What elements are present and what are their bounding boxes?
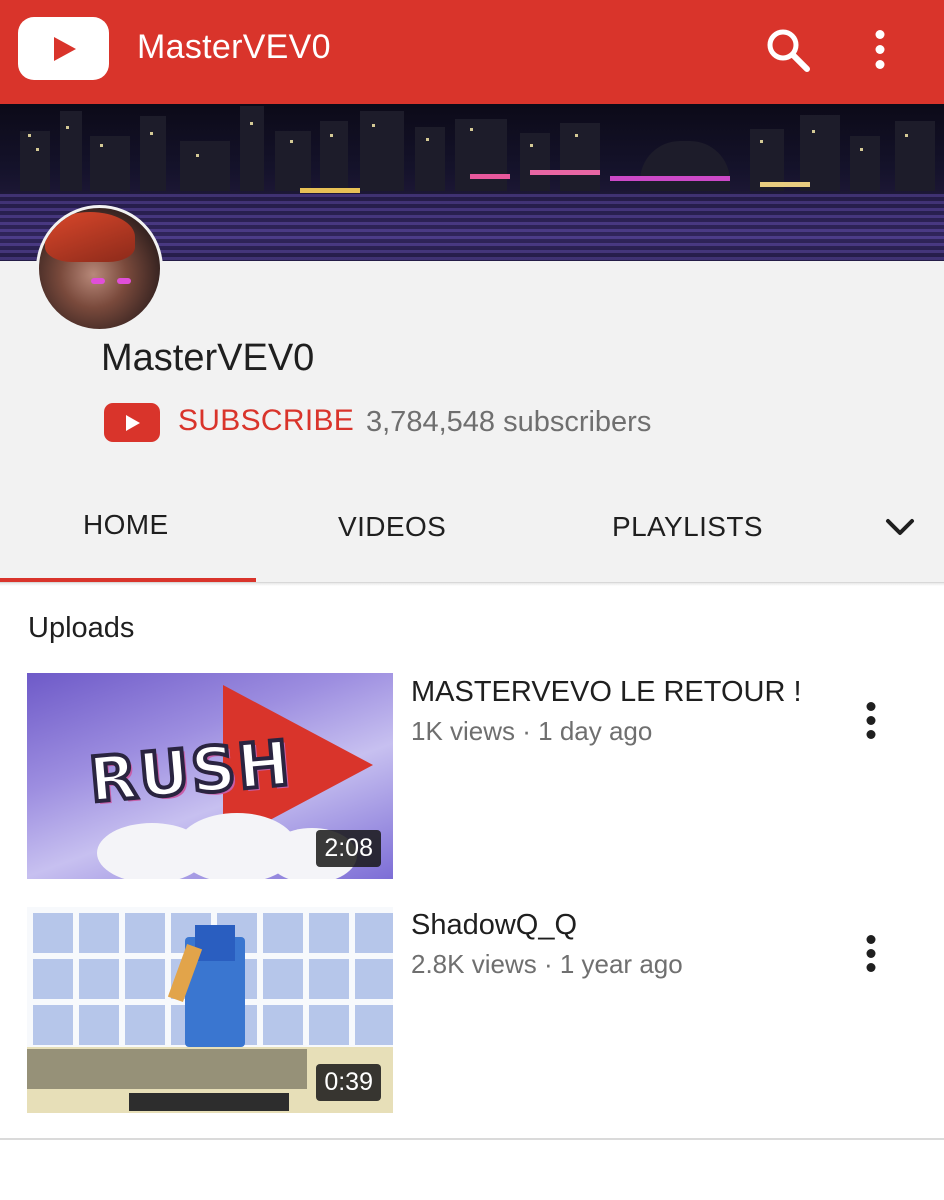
video-thumbnail[interactable]: 0:39 bbox=[27, 907, 393, 1113]
chevron-down-icon[interactable] bbox=[880, 508, 920, 548]
avatar[interactable] bbox=[36, 205, 163, 332]
video-duration: 2:08 bbox=[316, 830, 381, 867]
app-bar-title: MasterVEV0 bbox=[137, 28, 331, 66]
more-vert-icon[interactable] bbox=[856, 700, 886, 744]
search-icon bbox=[767, 29, 810, 72]
tab-home[interactable]: HOME bbox=[83, 509, 169, 541]
subscribe-youtube-icon[interactable] bbox=[104, 403, 160, 442]
youtube-logo-icon[interactable] bbox=[18, 17, 109, 80]
video-meta: 1K views · 1 day ago bbox=[411, 716, 653, 746]
more-vert-icon[interactable] bbox=[856, 933, 886, 977]
tab-videos[interactable]: VIDEOS bbox=[338, 511, 446, 543]
channel-name: MasterVEV0 bbox=[101, 337, 315, 379]
app-bar: MasterVEV0 bbox=[0, 0, 944, 104]
video-meta: 2.8K views · 1 year ago bbox=[411, 949, 683, 979]
subscriber-count: 3,784,548 subscribers bbox=[366, 406, 652, 438]
video-duration: 0:39 bbox=[316, 1064, 381, 1101]
more-vert-icon[interactable] bbox=[858, 26, 902, 74]
video-title[interactable]: ShadowQ_Q bbox=[411, 909, 577, 942]
search-button[interactable] bbox=[762, 24, 814, 76]
subscribe-button[interactable]: SUBSCRIBE bbox=[178, 404, 354, 438]
header-shadow bbox=[0, 582, 944, 586]
list-divider bbox=[0, 1138, 944, 1140]
uploads-section-title: Uploads bbox=[28, 612, 135, 644]
video-thumbnail[interactable]: RUSH 2:08 bbox=[27, 673, 393, 879]
tab-playlists[interactable]: PLAYLISTS bbox=[612, 511, 763, 543]
video-title[interactable]: MASTERVEVO LE RETOUR ! bbox=[411, 676, 802, 709]
